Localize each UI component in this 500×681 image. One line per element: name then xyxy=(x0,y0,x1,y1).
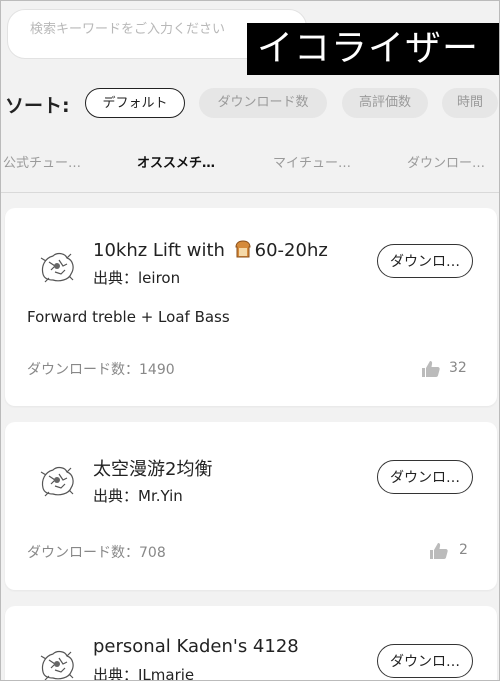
sort-label: ソート: xyxy=(5,95,70,117)
preset-title: 太空漫游2均衡 xyxy=(93,459,213,480)
preset-title: 10khz Lift with 60-20hz xyxy=(93,239,328,261)
preset-source: 出典：Mr.Yin xyxy=(93,487,183,505)
download-button[interactable]: ダウンロ… xyxy=(377,460,473,494)
thumbs-up-icon[interactable] xyxy=(421,359,441,379)
preset-title: personal Kaden's 4128 xyxy=(93,636,299,657)
preset-card[interactable]: 太空漫游2均衡 出典：Mr.Yin ダウンロ… ダウンロード数：708 2 xyxy=(5,422,497,590)
download-button[interactable]: ダウンロ… xyxy=(377,244,473,278)
preset-description: Forward treble + Loaf Bass xyxy=(27,308,230,326)
bread-icon xyxy=(235,240,251,258)
preset-title-part: 10khz Lift with xyxy=(93,240,231,261)
like-count: 32 xyxy=(449,360,467,376)
page-title-banner: イコライザー xyxy=(247,23,499,75)
tab-official[interactable]: 公式チュー… xyxy=(3,152,81,171)
tab-recommended[interactable]: オススメチ… xyxy=(137,152,215,171)
preset-title-part: 60-20hz xyxy=(254,240,328,261)
preset-source: 出典：leiron xyxy=(93,269,181,287)
avatar xyxy=(40,252,74,283)
sort-chip-ratings[interactable]: 高評価数 xyxy=(342,88,428,118)
sort-chip-default[interactable]: デフォルト xyxy=(85,88,185,118)
tab-my-tunings[interactable]: マイチュー… xyxy=(273,152,351,171)
download-button[interactable]: ダウンロ… xyxy=(377,644,473,678)
avatar xyxy=(40,466,74,497)
download-count: ダウンロード数：708 xyxy=(27,545,166,561)
like-count: 2 xyxy=(459,542,468,558)
avatar xyxy=(40,650,74,680)
download-count: ダウンロード数：1490 xyxy=(27,362,175,378)
sort-chip-downloads[interactable]: ダウンロード数 xyxy=(199,88,327,118)
preset-source: 出典：ILmarie xyxy=(93,666,195,681)
thumbs-up-icon[interactable] xyxy=(429,541,449,561)
tab-divider xyxy=(1,192,499,193)
tab-downloads[interactable]: ダウンロー… xyxy=(407,152,485,171)
sort-chip-time[interactable]: 時間 xyxy=(442,88,498,118)
equalizer-screen: 検索キーワードをご入力ください イコライザー ソート: デフォルト ダウンロード… xyxy=(0,0,500,681)
preset-card[interactable]: personal Kaden's 4128 出典：ILmarie ダウンロ… xyxy=(5,606,497,681)
preset-card[interactable]: 10khz Lift with 60-20hz 出典：leiron ダウンロ… … xyxy=(5,208,497,406)
